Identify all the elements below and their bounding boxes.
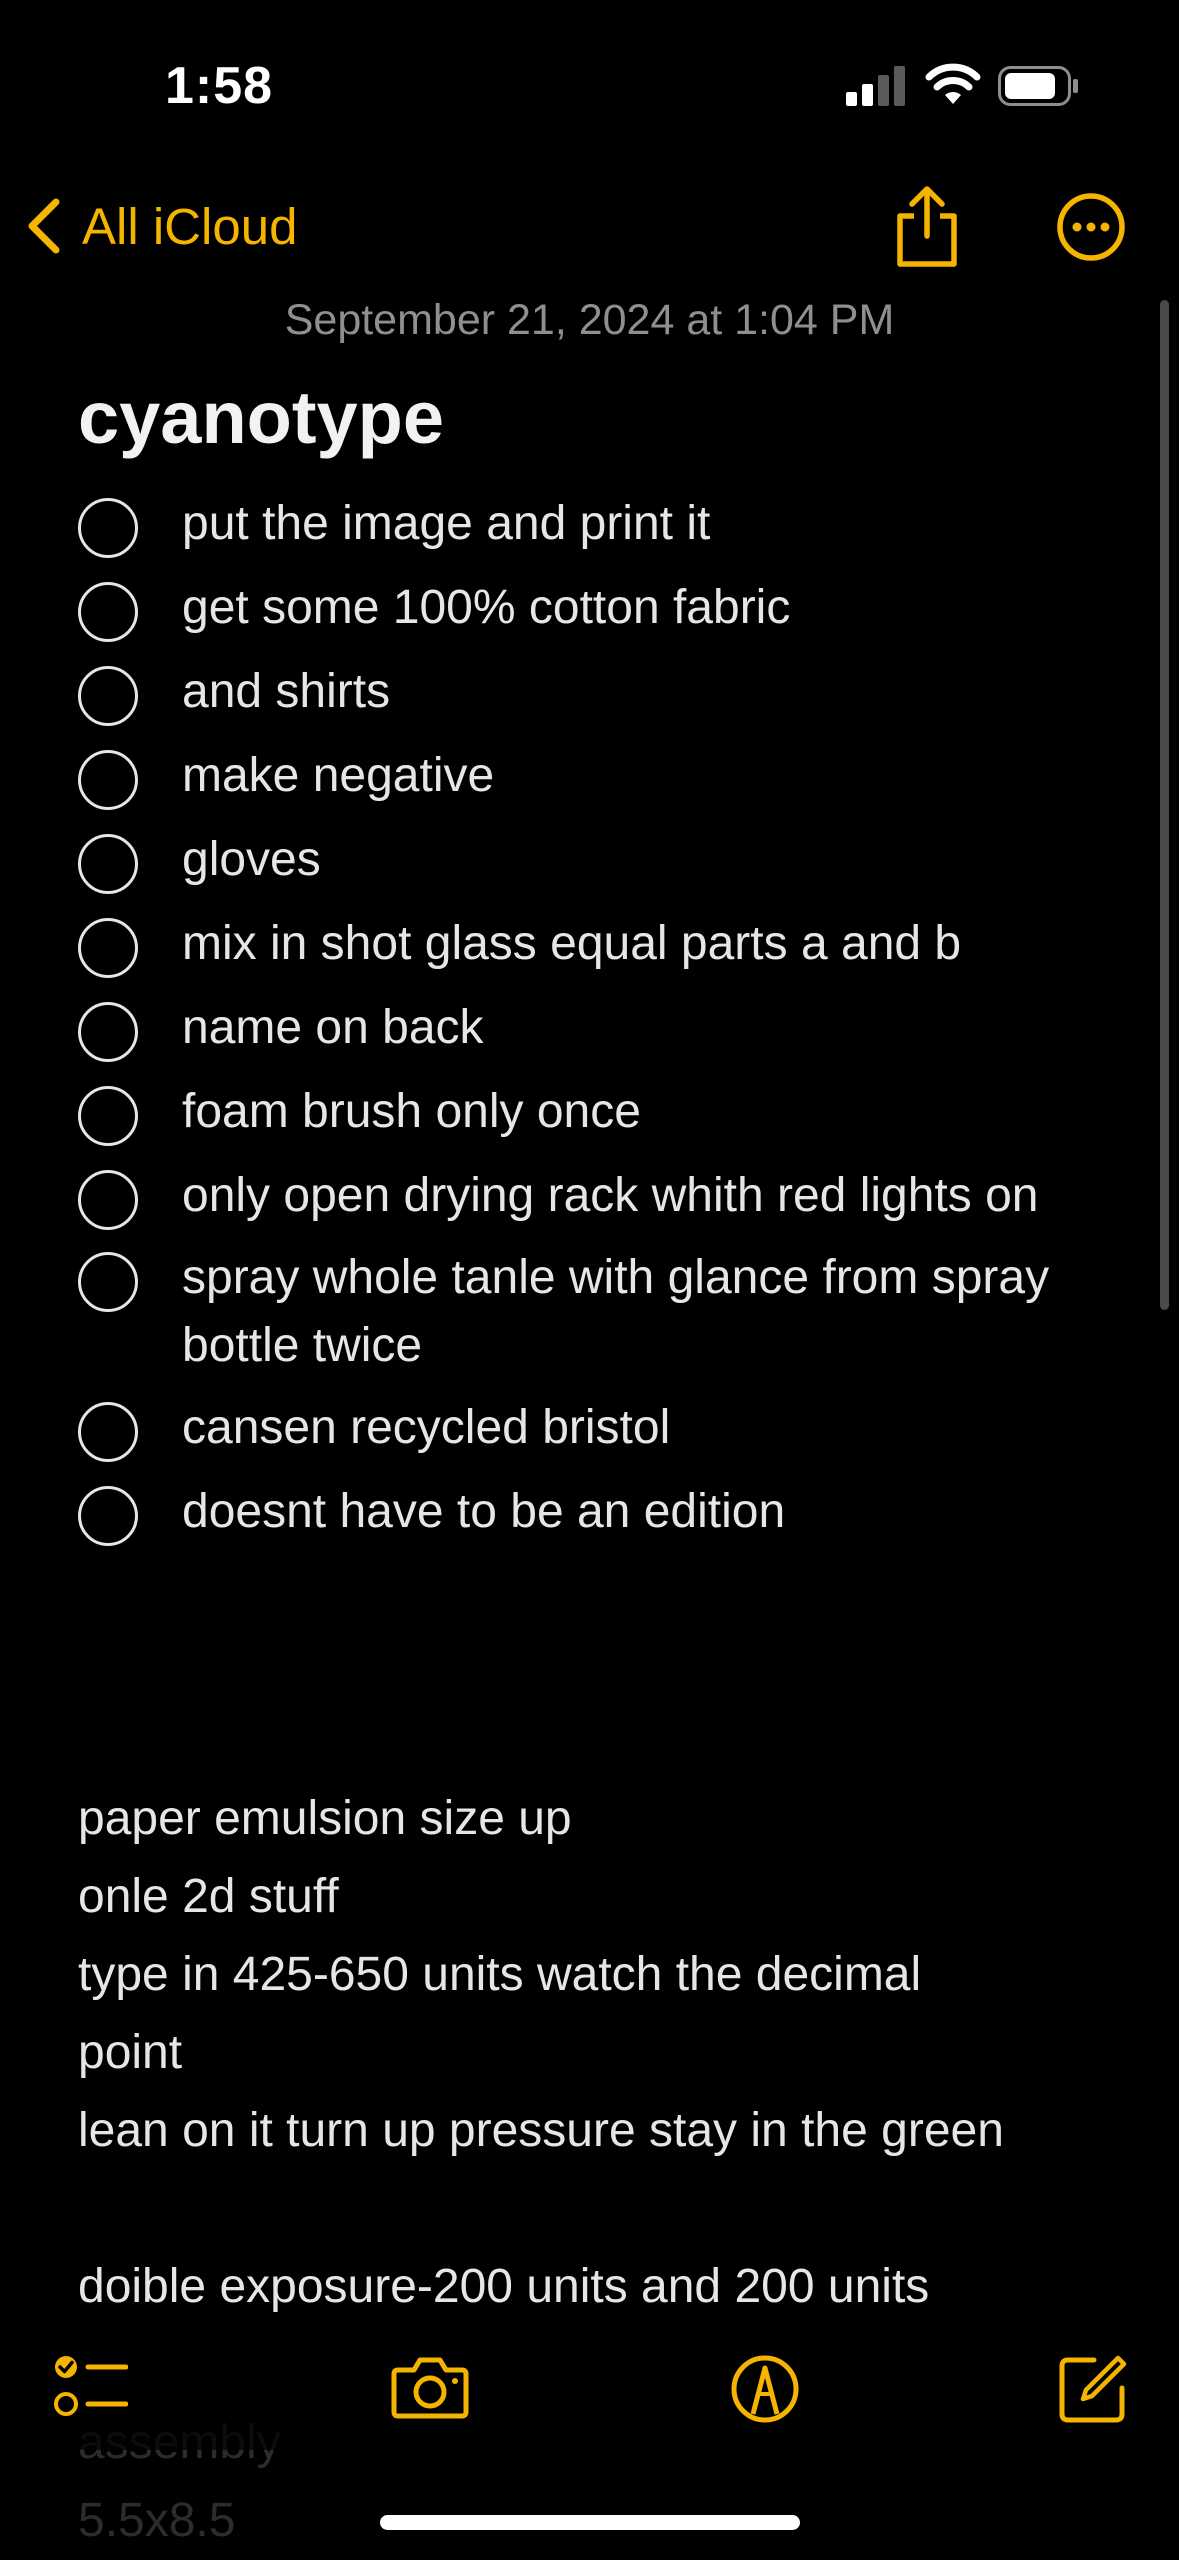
checklist-item-text[interactable]: make negative [182, 742, 1062, 810]
checkbox-circle[interactable] [78, 582, 138, 642]
note-line: paper emulsion size up [78, 1792, 572, 1845]
checklist-item-text[interactable]: cansen recycled bristol [182, 1394, 1062, 1462]
checkbox-circle[interactable] [78, 834, 138, 894]
checklist: put the image and print it get some 100%… [78, 497, 1138, 1572]
note-line: doible exposure-200 units and 200 units [78, 2260, 930, 2313]
battery-icon [998, 66, 1078, 106]
camera-icon[interactable] [390, 2354, 470, 2420]
checklist-item-text[interactable]: name on back [182, 994, 1062, 1062]
bottom-toolbar [0, 2330, 1179, 2450]
checkbox-circle[interactable] [78, 1252, 138, 1312]
navigation-bar: All iCloud [0, 170, 1179, 300]
note-line: onle 2d stuff [78, 1870, 339, 1923]
checklist-item: cansen recycled bristol [78, 1401, 1138, 1462]
cellular-signal-icon [846, 66, 905, 106]
compose-icon[interactable] [1058, 2354, 1128, 2424]
checklist-item-text[interactable]: get some 100% cotton fabric [182, 574, 1062, 642]
share-icon[interactable] [892, 184, 962, 270]
home-indicator [380, 2515, 800, 2530]
note-line: type in 425-650 units watch the decimal [78, 1948, 922, 2001]
checkbox-circle[interactable] [78, 498, 138, 558]
more-options-icon[interactable] [1056, 192, 1126, 262]
checkbox-circle[interactable] [78, 1486, 138, 1546]
status-time: 1:58 [165, 57, 274, 115]
note-date: September 21, 2024 at 1:04 PM [284, 296, 895, 344]
chevron-left-icon [28, 198, 60, 254]
checklist-item: get some 100% cotton fabric [78, 581, 1138, 642]
checklist-item-text[interactable]: mix in shot glass equal parts a and b [182, 910, 1062, 978]
checklist-item: foam brush only once [78, 1085, 1138, 1146]
checklist-item-text[interactable]: doesnt have to be an edition [182, 1478, 1062, 1546]
note-title[interactable]: cyanotype [78, 375, 444, 460]
wifi-icon [925, 63, 981, 104]
checkbox-circle[interactable] [78, 1086, 138, 1146]
checklist-item-text[interactable]: foam brush only once [182, 1078, 1062, 1146]
note-line [78, 2170, 1138, 2248]
note-line: point [78, 2026, 183, 2079]
checkbox-circle[interactable] [78, 918, 138, 978]
checklist-item-text[interactable]: only open drying rack whith red lights o… [182, 1162, 1062, 1230]
status-bar: 1:58 [0, 0, 1179, 170]
checkbox-circle[interactable] [78, 666, 138, 726]
checklist-item-text[interactable]: and shirts [182, 658, 1062, 726]
checklist-item: spray whole tanle with glance from spray… [78, 1251, 1138, 1380]
back-button[interactable]: All iCloud [24, 196, 297, 256]
checklist-item: gloves [78, 833, 1138, 894]
checklist-item-text[interactable]: spray whole tanle with glance from spray… [182, 1244, 1062, 1380]
checklist-item-text[interactable]: put the image and print it [182, 490, 1062, 558]
checkbox-circle[interactable] [78, 1002, 138, 1062]
note-line: lean on it turn up pressure stay in the … [78, 2104, 1004, 2157]
checklist-icon[interactable] [54, 2354, 128, 2420]
checklist-item-text[interactable]: gloves [182, 826, 1062, 894]
checkbox-circle[interactable] [78, 1170, 138, 1230]
checklist-item: make negative [78, 749, 1138, 810]
checklist-item: mix in shot glass equal parts a and b [78, 917, 1138, 978]
checklist-item: doesnt have to be an edition [78, 1485, 1138, 1546]
checklist-item: and shirts [78, 665, 1138, 726]
checkbox-circle[interactable] [78, 750, 138, 810]
checklist-item: put the image and print it [78, 497, 1138, 558]
checklist-item: name on back [78, 1001, 1138, 1062]
back-label: All iCloud [82, 197, 298, 255]
checkbox-circle[interactable] [78, 1402, 138, 1462]
checklist-item: only open drying rack whith red lights o… [78, 1169, 1138, 1230]
scroll-indicator[interactable] [1160, 300, 1169, 1310]
markup-pen-icon[interactable] [730, 2354, 800, 2424]
